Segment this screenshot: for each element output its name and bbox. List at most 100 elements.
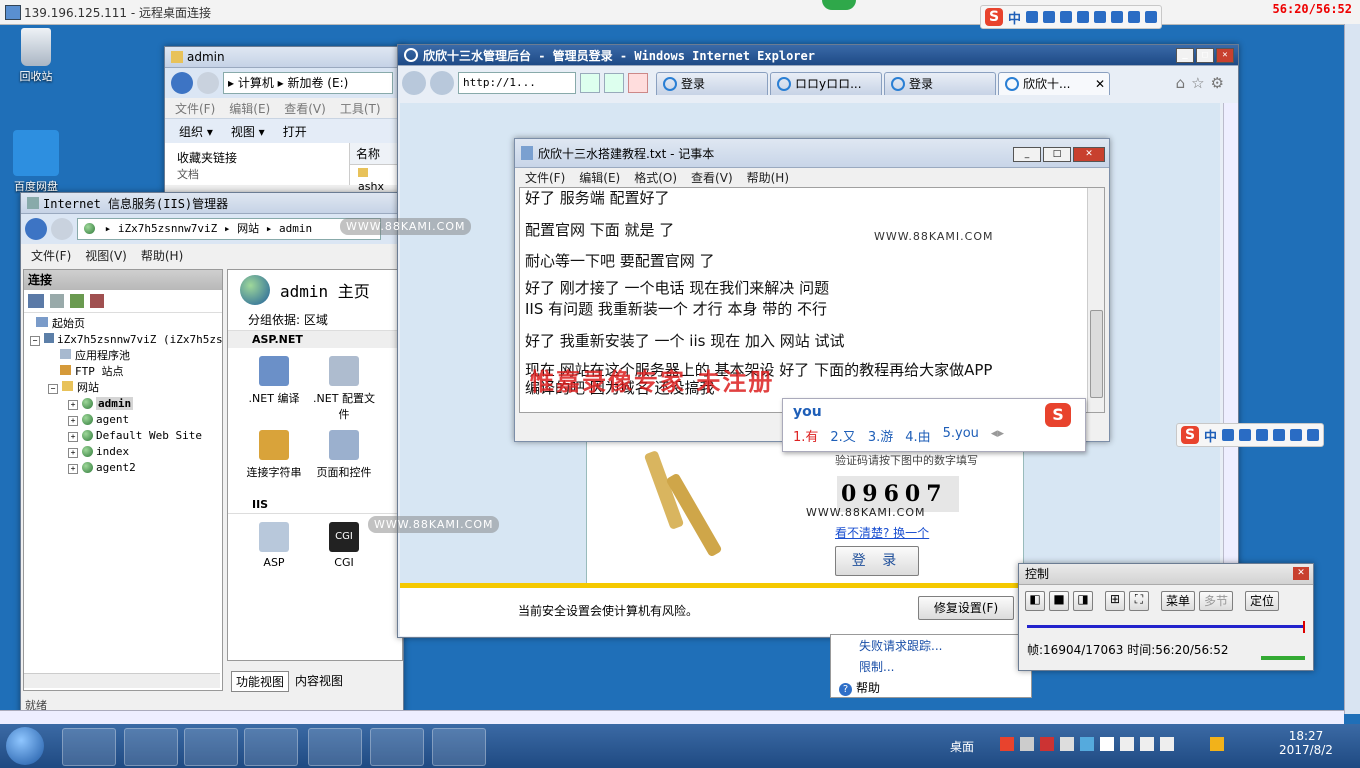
tree-item-default-web-site[interactable]: + Default Web Site <box>24 428 222 444</box>
wrench-icon[interactable] <box>1307 429 1320 441</box>
volume-icon[interactable] <box>1140 737 1154 751</box>
iis-title-bar[interactable]: Internet 信息服务(IIS)管理器 <box>21 193 403 214</box>
action-failed-request-tracing[interactable]: 失败请求跟踪... <box>831 635 1031 656</box>
tree-item-index[interactable]: + index <box>24 444 222 460</box>
minimize-button[interactable]: _ <box>1013 147 1041 162</box>
mic-icon[interactable] <box>1077 11 1090 23</box>
ie-vscrollbar[interactable] <box>1223 103 1238 633</box>
iis-address-bar[interactable]: ▸ iZx7h5zsnnw7viZ ▸ 网站 ▸ admin <box>77 218 381 240</box>
tree-item-agent[interactable]: + agent <box>24 412 222 428</box>
feature-pages-controls[interactable]: 页面和控件 <box>312 430 376 480</box>
ime-toolbar-floating[interactable]: S 中 <box>1176 423 1325 447</box>
feature-net-compilation[interactable]: .NET 编译 <box>242 356 306 422</box>
fullscreen-icon[interactable]: ⛶ <box>1129 591 1149 611</box>
keyboard-icon[interactable] <box>1256 429 1269 441</box>
skin-icon[interactable] <box>1128 11 1141 23</box>
collapse-icon[interactable]: − <box>48 384 58 394</box>
taskbar-recorder-icon[interactable] <box>432 728 486 766</box>
volume-slider[interactable] <box>1261 656 1305 660</box>
tab-content-view[interactable]: 内容视图 <box>291 671 347 692</box>
close-button[interactable]: ✕ <box>1216 48 1234 63</box>
fix-settings-button[interactable]: 修复设置(F) <box>918 596 1014 620</box>
notepad-menu-help[interactable]: 帮助(H) <box>747 169 789 186</box>
save-icon[interactable] <box>50 294 64 308</box>
step-button[interactable]: 多节 <box>1199 591 1233 611</box>
expand-icon[interactable]: + <box>68 464 78 474</box>
notepad-vscrollbar[interactable] <box>1087 188 1104 412</box>
punct-icon[interactable] <box>1043 11 1056 23</box>
connect-icon[interactable] <box>28 294 44 308</box>
notepad-menu-file[interactable]: 文件(F) <box>525 169 565 186</box>
taskbar-notepad-icon[interactable] <box>370 728 424 766</box>
ie-right-icons[interactable]: ⌂☆⚙ <box>1176 74 1230 92</box>
taskbar-clock[interactable]: 18:27 2017/8/2 <box>1276 729 1336 757</box>
maximize-button[interactable]: □ <box>1043 147 1071 162</box>
tree-item-server[interactable]: − iZx7h5zsnnw7viZ (iZx7h5zsn <box>24 332 222 348</box>
taskbar-rdp-icon[interactable] <box>124 728 178 766</box>
menu-button[interactable]: 菜单 <box>1161 591 1195 611</box>
explorer-title-bar[interactable]: admin <box>165 47 405 68</box>
tree-item-agent2[interactable]: + agent2 <box>24 460 222 476</box>
ie-tab-2[interactable]: ロロyロロ... <box>770 71 882 95</box>
ime-page-arrows[interactable]: ◂▸ <box>991 426 1004 445</box>
iis-menu-help[interactable]: 帮助(H) <box>141 247 183 264</box>
expand-icon[interactable]: + <box>68 448 78 458</box>
notepad-menu-edit[interactable]: 编辑(E) <box>579 169 620 186</box>
iis-menu-file[interactable]: 文件(F) <box>31 247 71 264</box>
tab-features-view[interactable]: 功能视图 <box>231 671 290 692</box>
tray-icon[interactable] <box>1040 737 1054 751</box>
minimize-button[interactable]: _ <box>1176 48 1194 63</box>
up-icon[interactable] <box>70 294 84 308</box>
punct-icon[interactable] <box>1239 429 1252 441</box>
open-button[interactable]: 打开 <box>283 123 307 140</box>
tray-icon[interactable] <box>1160 737 1174 751</box>
notepad-menu-format[interactable]: 格式(O) <box>634 169 677 186</box>
ie-title-bar[interactable]: 欣欣十三水管理后台 - 管理员登录 - Windows Internet Exp… <box>398 45 1238 66</box>
forward-icon[interactable] <box>197 72 219 94</box>
desktop-icon-baidu-netdisk[interactable]: 百度网盘 <box>6 130 66 194</box>
tree-item-ftp[interactable]: FTP 站点 <box>24 364 222 380</box>
player-control-window[interactable]: 控制 ✕ ◧ ■ ◨ ⊞ ⛶ 菜单 多节 定位 帧:16904/17063 时间… <box>1018 563 1314 671</box>
expand-icon[interactable]: + <box>68 400 78 410</box>
action-limits[interactable]: 限制... <box>831 656 1031 677</box>
tree-item-start-page[interactable]: 起始页 <box>24 316 222 332</box>
explorer-address-bar[interactable]: ▸ 计算机 ▸ 新加卷 (E:) <box>223 72 393 94</box>
back-icon[interactable] <box>402 71 426 95</box>
expand-icon[interactable]: + <box>68 416 78 426</box>
maximize-button[interactable]: □ <box>1196 48 1214 63</box>
remote-hscrollbar[interactable] <box>0 710 1344 725</box>
keyboard-icon[interactable] <box>1094 11 1107 23</box>
forward-icon[interactable] <box>430 71 454 95</box>
locate-button[interactable]: 定位 <box>1245 591 1279 611</box>
moon-icon[interactable] <box>1026 11 1039 23</box>
ime-candidate-popup[interactable]: you S 1.有 2.又 3.游 4.由 5.you ◂▸ <box>782 398 1086 452</box>
ie-address-bar[interactable]: http://1... <box>458 72 576 94</box>
connections-hscrollbar[interactable] <box>24 673 220 688</box>
close-button[interactable]: ✕ <box>1293 567 1309 580</box>
explorer-menu-tools[interactable]: 工具(T) <box>340 100 381 117</box>
fit-icon[interactable]: ⊞ <box>1105 591 1125 611</box>
collapse-icon[interactable]: − <box>30 336 40 346</box>
tray-icon[interactable] <box>1080 737 1094 751</box>
feature-cgi[interactable]: CGI CGI <box>312 522 376 569</box>
user-icon[interactable] <box>1273 429 1286 441</box>
close-button[interactable]: ✕ <box>1073 147 1105 162</box>
back-icon[interactable] <box>171 72 193 94</box>
organize-button[interactable]: 组织 ▾ <box>179 123 213 140</box>
ime-candidate-1[interactable]: 1.有 <box>793 426 818 445</box>
disconnect-icon[interactable] <box>90 294 104 308</box>
ie-tab-login-2[interactable]: 登录 <box>884 71 996 95</box>
feature-net-config[interactable]: .NET 配置文件 <box>312 356 376 422</box>
player-title-bar[interactable]: 控制 ✕ <box>1019 564 1313 585</box>
explorer-menu-edit[interactable]: 编辑(E) <box>229 100 270 117</box>
iis-manager-window[interactable]: Internet 信息服务(IIS)管理器 ▸ iZx7h5zsnnw7viZ … <box>20 192 404 714</box>
stop-icon[interactable]: ■ <box>1049 591 1069 611</box>
wrench-icon[interactable] <box>1145 11 1158 23</box>
ime-mode[interactable]: 中 <box>1008 8 1021 27</box>
network-icon[interactable] <box>1120 737 1134 751</box>
explorer-menu-file[interactable]: 文件(F) <box>175 100 215 117</box>
scroll-thumb[interactable] <box>1090 310 1103 398</box>
bluetooth-icon[interactable] <box>1100 737 1114 751</box>
player-progress[interactable] <box>1027 621 1305 637</box>
login-button[interactable]: 登 录 <box>835 546 919 576</box>
